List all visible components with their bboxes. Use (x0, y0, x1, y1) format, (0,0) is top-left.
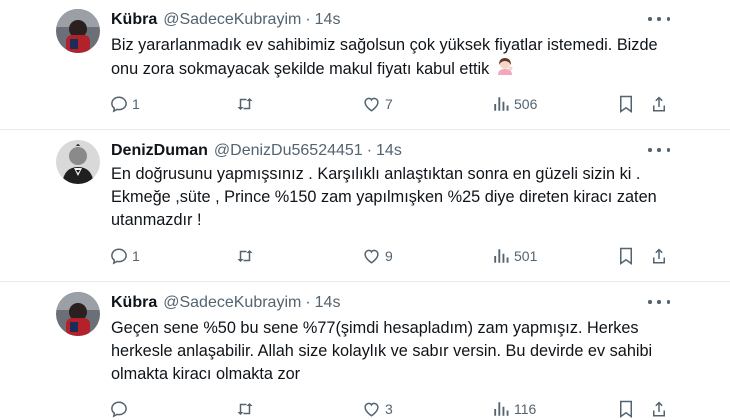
like-button[interactable]: 7 (362, 93, 393, 115)
timestamp[interactable]: 14s (315, 294, 341, 312)
bookmark-button[interactable] (618, 245, 634, 267)
tweet-2[interactable]: DenizDuman @DenizDu56524451 · 14s En doğ… (0, 140, 730, 275)
user-handle[interactable]: @SadeceKubrayim (163, 11, 301, 29)
tweet-actions: 1 9 501 (0, 245, 730, 267)
tweet-text-content: Biz yararlanmadık ev sahibimiz sağolsun … (111, 36, 658, 78)
retweet-button[interactable] (235, 398, 255, 420)
separator-dot: · (305, 11, 311, 28)
like-button[interactable]: 3 (362, 398, 393, 420)
reply-button[interactable]: 1 (110, 93, 140, 115)
reply-button[interactable] (110, 398, 128, 420)
tweet-text: En doğrusunu yapmışsınız . Karşılıklı an… (111, 165, 657, 229)
tweet-text: Biz yararlanmadık ev sahibimiz sağolsun … (111, 34, 671, 82)
tweet-text: Geçen sene %50 bu sene %77(şimdi hesapla… (111, 319, 653, 383)
divider (0, 129, 730, 130)
bookmark-icon (620, 95, 632, 113)
heart-icon (364, 97, 379, 112)
views-button[interactable]: 501 (492, 245, 537, 267)
tweet-header: Kübra @SadeceKubrayim · 14s (111, 9, 340, 31)
views-icon (494, 97, 509, 111)
display-name[interactable]: Kübra (111, 294, 157, 312)
heart-icon (364, 402, 379, 417)
retweet-icon (237, 250, 253, 262)
bookmark-button[interactable] (618, 398, 634, 420)
separator-dot: · (366, 142, 373, 159)
share-button[interactable] (650, 398, 668, 420)
like-count: 3 (385, 401, 393, 417)
tweet-header: DenizDuman @DenizDu56524451 · 14s (111, 140, 402, 162)
timestamp[interactable]: 14s (315, 11, 341, 29)
more-icon[interactable] (648, 143, 670, 157)
heart-icon (364, 249, 379, 264)
display-name[interactable]: Kübra (111, 11, 157, 29)
bookmark-icon (620, 247, 632, 265)
retweet-button[interactable] (235, 245, 255, 267)
share-icon (653, 401, 665, 417)
like-count: 7 (385, 96, 393, 112)
reply-count: 1 (132, 248, 140, 264)
timestamp[interactable]: 14s (376, 142, 402, 160)
views-count: 116 (514, 401, 537, 417)
more-icon[interactable] (648, 295, 670, 309)
views-count: 506 (514, 96, 538, 112)
views-icon (494, 249, 509, 263)
reply-count: 1 (132, 96, 140, 112)
share-button[interactable] (650, 245, 668, 267)
woman-tipping-hand-emoji (496, 57, 514, 82)
user-handle[interactable]: @DenizDu56524451 (214, 142, 363, 160)
tweet-header: Kübra @SadeceKubrayim · 14s (111, 292, 340, 314)
like-count: 9 (385, 248, 393, 264)
views-button[interactable]: 116 (492, 398, 536, 420)
avatar[interactable] (56, 140, 100, 184)
share-icon (653, 248, 665, 264)
reply-icon (111, 401, 127, 418)
reply-button[interactable]: 1 (110, 245, 140, 267)
bookmark-button[interactable] (618, 93, 634, 115)
tweet-1[interactable]: Kübra @SadeceKubrayim · 14s Biz yararlan… (0, 9, 730, 129)
share-button[interactable] (650, 93, 668, 115)
divider (0, 281, 730, 282)
bookmark-icon (620, 400, 632, 418)
tweet-3[interactable]: Kübra @SadeceKubrayim · 14s Geçen sene %… (0, 292, 730, 420)
avatar[interactable] (56, 9, 100, 53)
avatar[interactable] (56, 292, 100, 336)
more-icon[interactable] (648, 12, 670, 26)
tweet-actions: 3 116 (0, 398, 730, 420)
reply-icon (111, 248, 127, 265)
views-icon (494, 402, 509, 416)
views-button[interactable]: 506 (492, 93, 537, 115)
display-name[interactable]: DenizDuman (111, 142, 208, 160)
like-button[interactable]: 9 (362, 245, 393, 267)
retweet-icon (237, 98, 253, 110)
retweet-icon (237, 403, 253, 415)
retweet-button[interactable] (235, 93, 255, 115)
separator-dot: · (305, 294, 311, 311)
tweet-actions: 1 7 506 (0, 93, 730, 115)
views-count: 501 (514, 248, 538, 264)
user-handle[interactable]: @SadeceKubrayim (163, 294, 301, 312)
reply-icon (111, 96, 127, 113)
share-icon (653, 96, 665, 112)
